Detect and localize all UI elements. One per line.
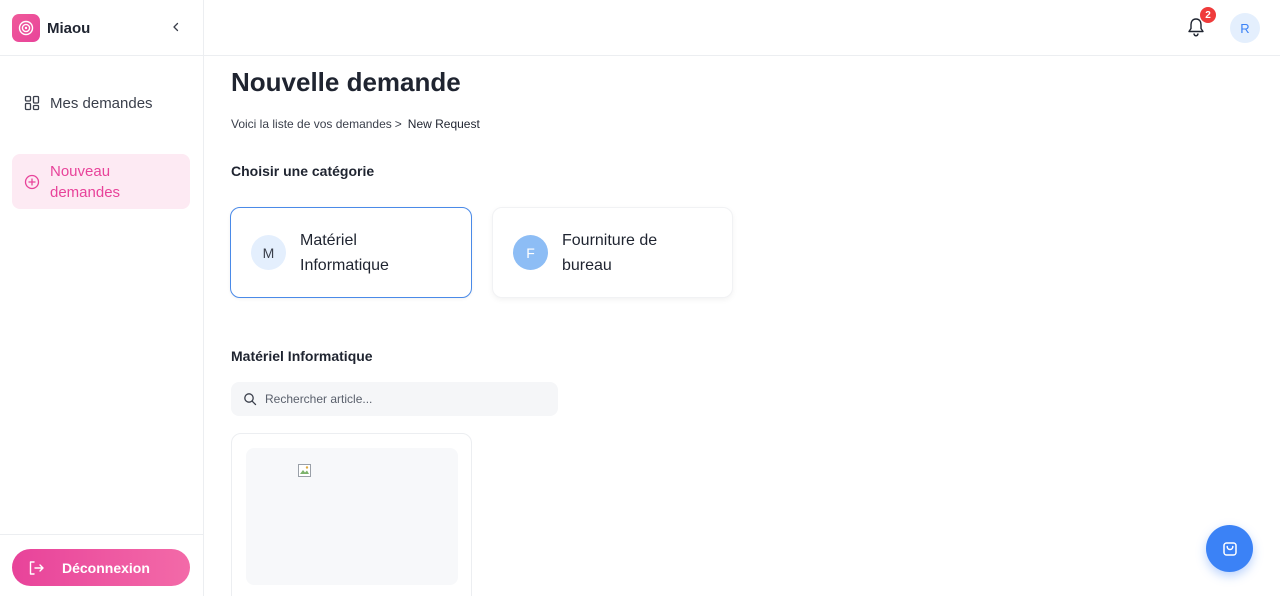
sidebar-item-mes-demandes[interactable]: Mes demandes: [12, 88, 190, 118]
category-name: Matériel Informatique: [300, 231, 389, 274]
brand-logo-icon: [12, 14, 40, 42]
sidebar-item-label: Nouveau demandes: [50, 162, 121, 201]
sidebar-divider: [0, 534, 204, 535]
breadcrumb: Voici la liste de vos demandes > New Req…: [231, 117, 480, 131]
notification-badge: 2: [1200, 7, 1216, 23]
logout-icon: [29, 560, 44, 575]
grid-icon: [24, 95, 40, 111]
search-box: [231, 382, 558, 416]
category-initial: F: [513, 235, 548, 270]
collapse-sidebar-button[interactable]: [168, 17, 184, 37]
brand-name: Miaou: [47, 19, 91, 37]
sidebar-item-label: Mes demandes: [50, 94, 153, 112]
broken-image-icon: [298, 464, 311, 477]
shopping-bag-icon: [1222, 541, 1237, 556]
search-icon: [244, 393, 257, 406]
plus-circle-icon: [24, 174, 40, 190]
breadcrumb-separator: >: [394, 117, 402, 131]
breadcrumb-current: New Request: [407, 117, 480, 131]
category-card-fourniture-de-bureau[interactable]: F Fourniture de bureau: [492, 207, 733, 298]
product-card[interactable]: [231, 433, 472, 596]
sidebar: Miaou Mes demandes Nouveau demandes Déco…: [0, 0, 204, 596]
breadcrumb-link[interactable]: Voici la liste de vos demandes: [231, 117, 392, 131]
category-card-materiel-informatique[interactable]: M Matériel Informatique: [230, 207, 472, 298]
sidebar-divider: [0, 55, 204, 56]
choose-category-label: Choisir une catégorie: [231, 163, 375, 179]
logout-label: Déconnexion: [62, 559, 150, 576]
top-header: [204, 0, 1280, 56]
section-title: Matériel Informatique: [231, 348, 373, 364]
chevron-left-icon: [173, 22, 179, 32]
sidebar-item-nouveau-demandes[interactable]: Nouveau demandes: [12, 154, 190, 209]
logout-button[interactable]: Déconnexion: [12, 549, 190, 586]
brand[interactable]: Miaou: [12, 14, 90, 42]
avatar[interactable]: R: [1230, 13, 1260, 43]
search-input[interactable]: [265, 392, 545, 406]
page-title: Nouvelle demande: [231, 67, 461, 97]
product-image: [246, 448, 458, 585]
category-name: Fourniture de bureau: [562, 231, 658, 274]
cart-button[interactable]: [1206, 525, 1253, 572]
category-initial: M: [251, 235, 286, 270]
